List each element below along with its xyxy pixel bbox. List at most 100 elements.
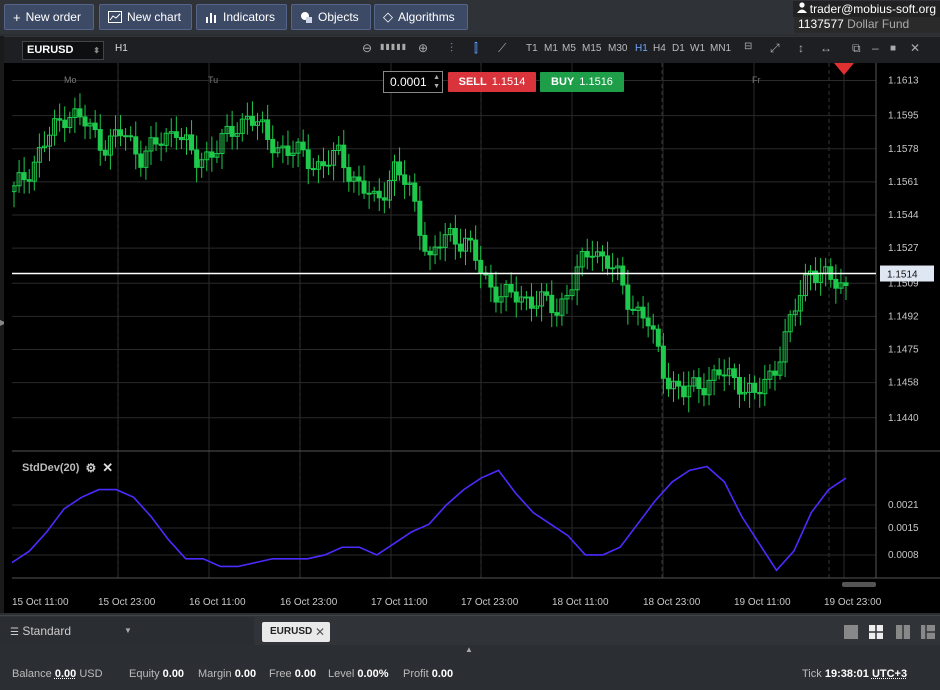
gear-icon[interactable]: ⚙ <box>85 461 96 475</box>
candle-body <box>270 138 276 154</box>
candle <box>62 106 68 143</box>
custom-layout-icon[interactable] <box>921 625 935 639</box>
buy-button[interactable]: BUY 1.1516 <box>540 72 624 92</box>
grid-toggle-icon[interactable]: ⊟ <box>744 41 752 52</box>
candle <box>47 126 53 162</box>
maximize-icon[interactable]: ■ <box>890 43 896 54</box>
zoom-slider[interactable]: ▮▮▮▮▮ <box>380 42 407 51</box>
candle-body <box>620 265 626 286</box>
line-style-icon[interactable]: ⟋ <box>498 41 506 56</box>
new-chart-button[interactable]: New chart <box>99 4 192 30</box>
time-tick-label: 18 Oct 23:00 <box>643 597 701 608</box>
tf-d1[interactable]: D1 <box>672 43 685 54</box>
candle <box>736 363 742 408</box>
tf-w1[interactable]: W1 <box>690 43 705 54</box>
account-panel[interactable]: trader@mobius-soft.org 1137577 Dollar Fu… <box>792 0 940 34</box>
candle <box>234 122 240 150</box>
lot-size-value: 0.0001 <box>390 75 427 89</box>
candle-body <box>285 145 291 156</box>
price-chart[interactable]: 1.1613 1.1595 1.1578 1.1561 1.1544 1.1527 1.15… <box>12 63 940 614</box>
crosshair-diagonal-icon[interactable]: ⤢ <box>770 41 780 56</box>
candle <box>544 283 550 302</box>
candle <box>229 110 235 150</box>
price-tick-label: 1.1561 <box>888 177 919 188</box>
candle <box>158 132 164 161</box>
horizontal-scale-icon[interactable]: ↔ <box>820 41 832 55</box>
tf-h4[interactable]: H4 <box>653 43 666 54</box>
tf-m30[interactable]: M30 <box>608 43 627 54</box>
candle <box>112 115 118 148</box>
candle <box>214 140 220 164</box>
candle-body <box>721 374 727 377</box>
vertical-scale-icon[interactable]: ↕ <box>798 41 804 55</box>
tf-mn1[interactable]: MN1 <box>710 43 731 54</box>
tf-h1[interactable]: H1 <box>635 43 648 54</box>
single-layout-icon[interactable] <box>844 625 858 639</box>
candle <box>97 114 103 166</box>
candle-body <box>549 294 555 314</box>
candle-body <box>417 200 423 236</box>
candle <box>442 223 448 262</box>
timezone[interactable]: UTC+3 <box>872 668 907 680</box>
candle <box>463 228 469 266</box>
candle <box>397 147 403 181</box>
algorithms-button[interactable]: ◇ Algorithms <box>374 4 468 30</box>
symbol-value: EURUSD <box>27 44 74 56</box>
level-label: Level <box>328 668 355 680</box>
candle-body <box>300 141 306 151</box>
candle <box>615 257 621 281</box>
candle-body <box>584 250 590 258</box>
close-icon[interactable]: ✕ <box>910 41 920 55</box>
candle <box>534 290 540 317</box>
columns-layout-icon[interactable] <box>896 625 910 639</box>
candle-body <box>158 143 164 146</box>
tf-m1[interactable]: M1 <box>544 43 558 54</box>
new-order-button[interactable]: + New order <box>4 4 94 30</box>
zoom-in-icon[interactable]: ⊕ <box>418 41 428 55</box>
time-tick-label: 17 Oct 23:00 <box>461 597 519 608</box>
candle <box>82 104 88 140</box>
symbol-select[interactable]: EURUSD ⬍ <box>22 41 104 60</box>
candle <box>797 280 803 326</box>
candle-body <box>696 377 702 390</box>
spinner-icon: ⬍ <box>93 46 100 55</box>
chevron-up-icon[interactable]: ▲ <box>465 645 473 654</box>
tf-t1[interactable]: T1 <box>526 43 538 54</box>
layout-select[interactable]: ☰ Standard ▼ <box>0 617 254 645</box>
minimize-icon[interactable]: – <box>872 41 879 55</box>
candle <box>341 129 347 183</box>
current-price-label: 1.1514 <box>887 270 918 281</box>
candle <box>417 185 423 251</box>
candle-body <box>356 176 362 182</box>
bar-style-icon[interactable]: ⫶ <box>450 41 453 56</box>
candle <box>549 280 555 328</box>
sell-price: 1.1514 <box>491 76 526 88</box>
candle-body <box>178 136 184 141</box>
account-email-row[interactable]: trader@mobius-soft.org <box>792 1 940 17</box>
spinner-icon[interactable]: ▲ ▼ <box>433 73 440 91</box>
close-icon[interactable]: ✕ <box>315 622 325 642</box>
tf-m5[interactable]: M5 <box>562 43 576 54</box>
indicators-button[interactable]: Indicators <box>196 4 287 30</box>
candle-body <box>138 153 144 168</box>
objects-button[interactable]: Objects <box>291 4 371 30</box>
indicator-tick-label: 0.0021 <box>888 500 919 511</box>
candle <box>594 241 600 264</box>
candle <box>777 346 783 380</box>
close-icon[interactable]: ✕ <box>102 460 113 476</box>
candle <box>630 295 636 315</box>
tick-label: Tick <box>802 668 822 680</box>
lot-size-input[interactable]: 0.0001 ▲ ▼ <box>383 71 443 93</box>
zoom-out-icon[interactable]: ⊖ <box>362 41 372 55</box>
candle <box>320 147 326 179</box>
sell-button[interactable]: SELL 1.1514 <box>448 72 536 92</box>
tab-eurusd[interactable]: EURUSD ✕ <box>262 622 330 642</box>
grid-layout-icon[interactable] <box>869 625 883 639</box>
detach-icon[interactable]: ⧉ <box>852 41 861 56</box>
candle <box>143 145 149 180</box>
tf-m15[interactable]: M15 <box>582 43 601 54</box>
candle-body <box>422 234 428 252</box>
candle-style-icon[interactable]: ⫿ <box>474 41 478 56</box>
candle-body <box>716 369 722 376</box>
candle-body <box>82 116 88 127</box>
